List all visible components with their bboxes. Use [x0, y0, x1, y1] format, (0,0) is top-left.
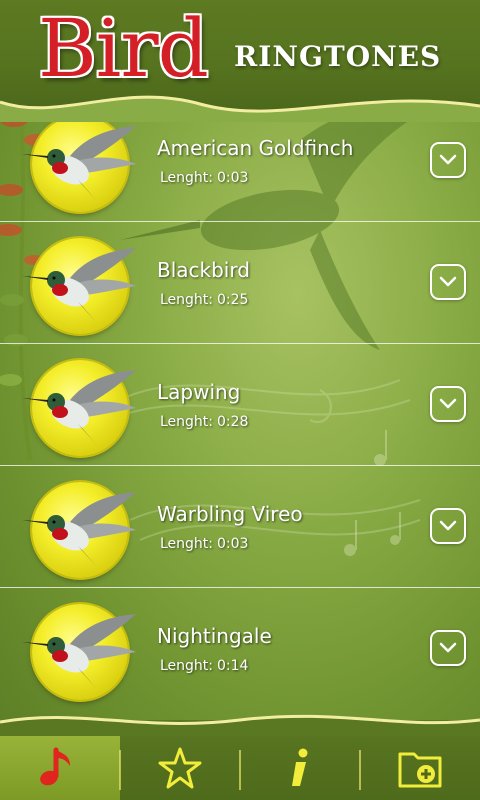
star-icon: [158, 747, 202, 789]
length-label: Lenght:: [160, 536, 214, 552]
chevron-down-icon: [439, 520, 457, 531]
ringtone-length: Lenght: 0:03: [160, 170, 252, 186]
ringtone-length: Lenght: 0:25: [160, 292, 252, 308]
length-value: 0:25: [217, 292, 249, 308]
ringtone-length: Lenght: 0:14: [160, 658, 252, 674]
info-icon: [292, 748, 308, 786]
ringtone-row[interactable]: Nightingale Lenght: 0:14: [0, 588, 480, 710]
app-title-main: Bird: [38, 2, 209, 95]
length-value: 0:03: [217, 170, 249, 186]
length-value: 0:03: [217, 536, 249, 552]
app-root: Bird RINGTONES American Goldfinch Lenght…: [0, 0, 480, 800]
hummingbird-icon[interactable]: [22, 604, 136, 700]
ringtone-name: Blackbird: [157, 258, 250, 282]
length-label: Lenght:: [160, 414, 214, 430]
chevron-down-icon: [439, 154, 457, 165]
length-label: Lenght:: [160, 292, 214, 308]
tab-ringtones[interactable]: [0, 736, 120, 800]
hummingbird-icon[interactable]: [22, 116, 136, 212]
ringtone-name: Warbling Vireo: [157, 502, 303, 526]
ringtone-name: Lapwing: [157, 380, 241, 404]
chevron-down-icon: [439, 398, 457, 409]
expand-button[interactable]: [430, 386, 466, 422]
ringtone-name: American Goldfinch: [157, 136, 354, 160]
folder-add-icon: [398, 752, 442, 788]
expand-button[interactable]: [430, 264, 466, 300]
length-value: 0:14: [217, 658, 249, 674]
ringtone-row[interactable]: Warbling Vireo Lenght: 0:03: [0, 466, 480, 588]
length-label: Lenght:: [160, 170, 214, 186]
ringtone-length: Lenght: 0:03: [160, 536, 252, 552]
hummingbird-icon[interactable]: [22, 360, 136, 456]
music-note-icon: [40, 747, 70, 786]
chevron-down-icon: [439, 642, 457, 653]
ringtone-name: Nightingale: [157, 624, 272, 648]
ringtone-length: Lenght: 0:28: [160, 414, 252, 430]
length-label: Lenght:: [160, 658, 214, 674]
app-header: Bird RINGTONES: [0, 0, 480, 122]
expand-button[interactable]: [430, 142, 466, 178]
hummingbird-icon[interactable]: [22, 238, 136, 334]
tab-favorites[interactable]: [120, 736, 240, 800]
length-value: 0:28: [217, 414, 249, 430]
ringtone-row[interactable]: Blackbird Lenght: 0:25: [0, 222, 480, 344]
header-wave-divider: [0, 95, 480, 122]
bottom-wave-divider: [0, 714, 480, 736]
tab-info[interactable]: [240, 736, 360, 800]
expand-button[interactable]: [430, 508, 466, 544]
ringtone-row[interactable]: Lapwing Lenght: 0:28: [0, 344, 480, 466]
tab-saved[interactable]: [360, 736, 480, 800]
chevron-down-icon: [439, 276, 457, 287]
bottom-tab-bar: [0, 714, 480, 800]
hummingbird-icon[interactable]: [22, 482, 136, 578]
expand-button[interactable]: [430, 630, 466, 666]
app-title-sub: RINGTONES: [234, 40, 442, 73]
